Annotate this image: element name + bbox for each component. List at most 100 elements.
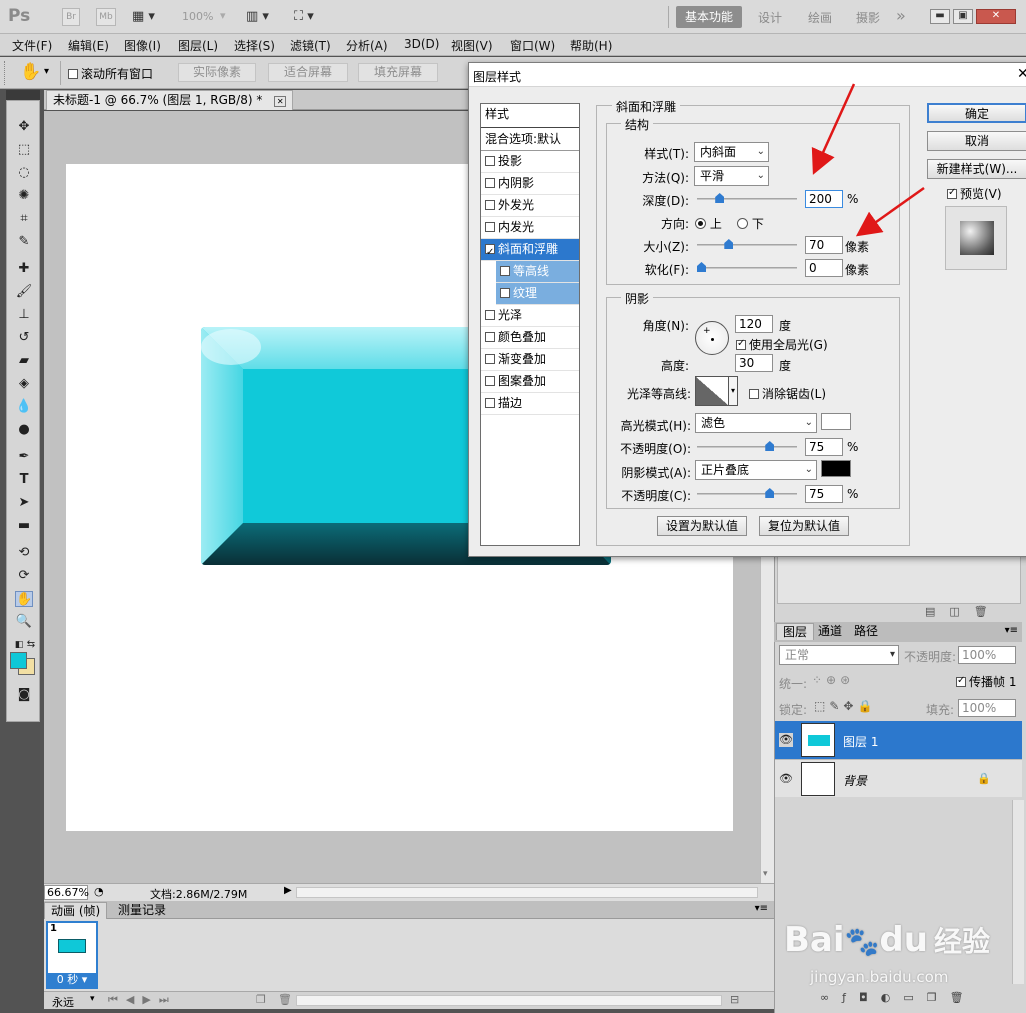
shadow-opacity-slider[interactable] [697, 488, 797, 498]
3d-rotate-tool-icon[interactable]: ⟲ [15, 545, 33, 561]
depth-slider[interactable] [697, 193, 797, 203]
bridge-button[interactable]: Br [62, 8, 80, 26]
frame-delay[interactable]: 0 秒 ▾ [48, 973, 96, 987]
tools-panel-header[interactable] [6, 90, 40, 100]
style-item[interactable]: 光泽 [481, 305, 579, 327]
propagate-checkbox[interactable] [956, 675, 966, 687]
style-item-checkbox[interactable] [500, 266, 510, 276]
shadow-color-swatch[interactable] [821, 460, 851, 477]
layer-row-layer1[interactable]: 👁 图层 1 [775, 721, 1022, 759]
depth-field[interactable]: 200 [805, 190, 843, 208]
menu-image[interactable]: 图像(I) [124, 37, 161, 54]
style-item-checkbox[interactable] [500, 288, 510, 298]
style-item[interactable]: 渐变叠加 [481, 349, 579, 371]
shadow-mode-select[interactable]: 正片叠底 ⌄ [695, 460, 817, 480]
scroll-down-icon[interactable]: ▾ [763, 869, 768, 879]
panel-menu-icon[interactable]: ▾≡ [755, 903, 768, 914]
loop-option[interactable]: 永远 [52, 994, 74, 1010]
style-item[interactable]: 等高线 [496, 261, 579, 283]
delete-frame-icon[interactable]: 🗑 [278, 993, 292, 1006]
altitude-field[interactable]: 30 [735, 354, 773, 372]
size-slider[interactable] [697, 239, 797, 249]
playback-controls-icon[interactable]: ⏮◀▶⏭ [108, 993, 177, 1007]
menu-select[interactable]: 选择(S) [234, 37, 275, 54]
style-item-checkbox[interactable] [485, 200, 495, 210]
menu-edit[interactable]: 编辑(E) [68, 37, 109, 54]
style-item[interactable]: 斜面和浮雕 [481, 239, 579, 263]
timeline-scrollbar[interactable] [296, 995, 722, 1006]
animation-frame[interactable]: 1 0 秒 ▾ [46, 921, 98, 989]
type-tool-icon[interactable]: T [15, 472, 33, 488]
style-item[interactable]: 内发光 [481, 217, 579, 239]
lasso-tool-icon[interactable]: ◌ [15, 165, 33, 181]
style-item-checkbox[interactable] [485, 178, 495, 188]
hand-tool-icon[interactable]: ✋ [20, 62, 41, 82]
blend-mode-select[interactable]: 正常 ▾ [779, 645, 899, 665]
paint-bucket-tool-icon[interactable]: ◈ [15, 376, 33, 392]
blur-tool-icon[interactable]: 💧 [15, 399, 33, 415]
status-expand-icon[interactable]: ▶ [284, 885, 292, 896]
technique-select[interactable]: 平滑 ⌄ [694, 166, 769, 186]
tool-preset-dropdown-icon[interactable]: ▾ [44, 66, 49, 77]
style-item[interactable]: 描边 [481, 393, 579, 415]
status-menu-icon[interactable]: ◔ [94, 885, 104, 898]
crop-tool-icon[interactable]: ⌗ [15, 211, 33, 227]
layer-name[interactable]: 背景 [843, 772, 867, 789]
style-item-checkbox[interactable] [485, 156, 495, 166]
style-item-checkbox[interactable] [485, 310, 495, 320]
highlight-mode-select[interactable]: 滤色 ⌄ [695, 413, 817, 433]
scroll-all-checkbox[interactable] [68, 69, 78, 79]
style-item[interactable]: 颜色叠加 [481, 327, 579, 349]
eraser-tool-icon[interactable]: ▰ [15, 353, 33, 369]
zoom-field[interactable]: 66.67% [44, 885, 89, 900]
style-item-checkbox[interactable] [485, 398, 495, 408]
fit-screen-button[interactable]: 适合屏幕 [268, 63, 348, 82]
new-style-button[interactable]: 新建样式(W)... [927, 159, 1026, 179]
make-default-button[interactable]: 设置为默认值 [657, 516, 747, 536]
path-selection-tool-icon[interactable]: ➤ [15, 495, 33, 511]
loop-dropdown-icon[interactable]: ▾ [90, 994, 95, 1004]
global-light-checkbox[interactable] [736, 338, 746, 350]
style-item[interactable]: 图案叠加 [481, 371, 579, 393]
hand-tool-icon[interactable]: ✋ [15, 591, 33, 607]
3d-orbit-tool-icon[interactable]: ⟳ [15, 568, 33, 584]
dodge-tool-icon[interactable]: ● [15, 422, 33, 438]
highlight-opacity-field[interactable]: 75 [805, 438, 843, 456]
workspace-essentials[interactable]: 基本功能 [676, 6, 742, 28]
minimize-icon[interactable]: ▬ [930, 9, 950, 24]
layer-opacity-field[interactable]: 100% [958, 646, 1016, 664]
direction-down-option[interactable]: 下 [737, 215, 764, 232]
lock-icons[interactable]: ⬚✎✥🔒 [814, 699, 876, 713]
pen-tool-icon[interactable]: ✒ [15, 449, 33, 465]
convert-timeline-icon[interactable]: ⊟ [730, 993, 739, 1006]
contour-dropdown-icon[interactable]: ▾ [729, 376, 738, 406]
global-light-option[interactable]: 使用全局光(G) [736, 336, 828, 353]
panel-footer-icons[interactable]: ▤◫🗑 [925, 605, 1002, 618]
move-tool-icon[interactable]: ✥ [15, 119, 33, 135]
swap-colors-icon[interactable]: ⇆ [22, 637, 40, 653]
marquee-tool-icon[interactable]: ⬚ [15, 142, 33, 158]
unify-icons[interactable]: ⁘⊕⊛ [812, 673, 854, 687]
zoom-tool-icon[interactable]: 🔍 [15, 614, 33, 630]
style-item[interactable]: 投影 [481, 151, 579, 173]
style-item[interactable]: 外发光 [481, 195, 579, 217]
bevel-style-select[interactable]: 内斜面 ⌄ [694, 142, 769, 162]
anti-alias-checkbox[interactable] [749, 389, 759, 399]
direction-up-radio[interactable] [695, 218, 706, 229]
menu-window[interactable]: 窗口(W) [510, 37, 555, 54]
dialog-title-bar[interactable]: 图层样式 ✕ [469, 63, 1026, 87]
style-item-checkbox[interactable] [485, 222, 495, 232]
layer-row-background[interactable]: 👁 背景 🔒 [775, 759, 1022, 797]
size-field[interactable]: 70 [805, 236, 843, 254]
arrange-documents-icon[interactable]: ▥ ▾ [246, 9, 269, 24]
angle-field[interactable]: 120 [735, 315, 773, 333]
clone-stamp-tool-icon[interactable]: ⊥ [15, 307, 33, 323]
tab-channels[interactable]: 通道 [812, 623, 848, 640]
document-tab[interactable]: 未标题-1 @ 66.7% (图层 1, RGB/8) * ✕ [46, 90, 294, 110]
actual-pixels-button[interactable]: 实际像素 [178, 63, 256, 82]
menu-help[interactable]: 帮助(H) [570, 37, 612, 54]
highlight-color-swatch[interactable] [821, 413, 851, 430]
style-item[interactable]: 内阴影 [481, 173, 579, 195]
shape-tool-icon[interactable]: ▬ [15, 518, 33, 534]
workspace-design[interactable]: 设计 [758, 9, 782, 26]
